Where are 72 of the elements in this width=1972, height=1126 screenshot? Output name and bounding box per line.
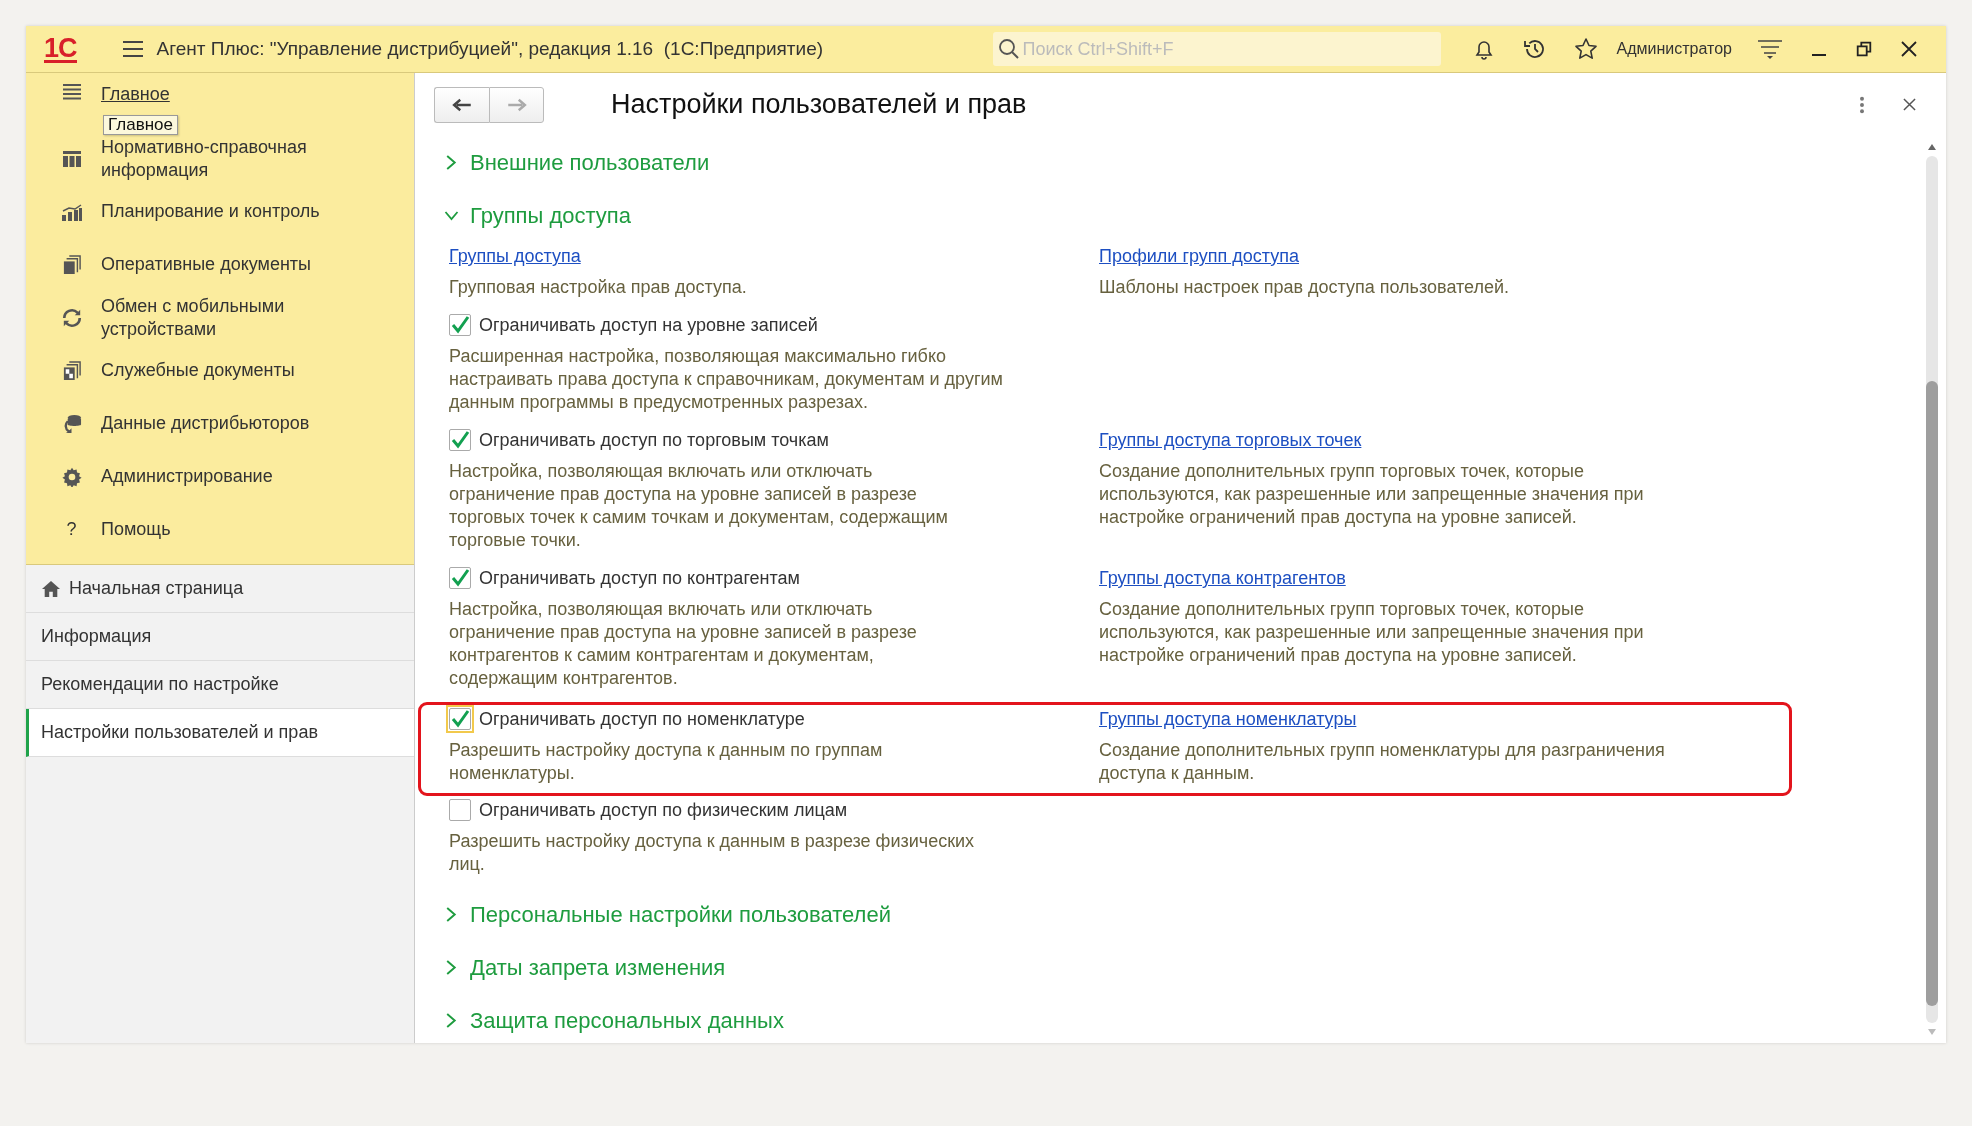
checkbox[interactable] (449, 567, 471, 589)
section-item[interactable]: Служебные документы (101, 359, 295, 382)
description: Шаблоны настроек прав доступа пользователей. (1099, 276, 1511, 299)
group-header[interactable]: Группы доступа (444, 189, 1946, 242)
link[interactable]: Группы доступа номенклатуры (1099, 705, 1357, 733)
home-icon (41, 579, 61, 598)
restore-icon[interactable] (1855, 40, 1873, 58)
link[interactable]: Группы доступа контрагентов (1099, 564, 1346, 592)
window-title: Агент Плюс: "Управление дистрибуцией", редакция 1.16 (1С:Предприятие) (156, 38, 825, 60)
description: Расширенная настройка, позволяющая максимально гибко настраивать права доступа к справочникам, документам и другим данным программы в предусмотренных разрезах. (449, 345, 1004, 414)
checkbox-label[interactable]: Ограничивать доступ по физическим лицам (479, 799, 848, 821)
user-name[interactable]: Администратор (1616, 40, 1732, 58)
description: Разрешить настройку доступа к данным по группам номенклатуры. (449, 739, 884, 785)
arrow-right-icon (506, 97, 527, 112)
bar-chart-icon (60, 202, 83, 221)
link[interactable]: Группы доступа торговых точек (1099, 426, 1362, 454)
group-header[interactable]: Защита персональных данных (444, 994, 1946, 1043)
list-icon (61, 83, 82, 101)
close-icon[interactable] (1899, 39, 1919, 59)
filter-menu-icon[interactable] (1757, 38, 1783, 60)
checkbox-label[interactable]: Ограничивать доступ на уровне записей (479, 314, 818, 336)
logo: 1С (44, 35, 77, 63)
checkbox-label[interactable]: Ограничивать доступ по номенклатуре (479, 708, 805, 730)
chevron-right-icon (444, 907, 459, 922)
checkbox[interactable] (449, 314, 471, 336)
section-item[interactable]: Планирование и контроль (101, 200, 320, 223)
gear-icon (61, 466, 82, 487)
form-title: Настройки пользователей и прав (611, 89, 1028, 120)
search-field[interactable]: Поиск Ctrl+Shift+F (992, 32, 1441, 66)
tooltip: Главное (103, 115, 178, 135)
star-icon[interactable] (1573, 37, 1598, 61)
open-page-tab[interactable]: Настройки пользователей и прав (26, 709, 414, 757)
section-item[interactable]: Данные дистрибьюторов (101, 412, 310, 435)
close-icon[interactable] (1903, 98, 1916, 111)
checkbox-label[interactable]: Ограничивать доступ по контрагентам (479, 567, 800, 589)
more-icon[interactable] (1859, 95, 1865, 114)
documents-icon (62, 360, 81, 381)
description: Настройка, позволяющая включать или отключать ограничение прав доступа на уровне записей в разрезе торговых точек к самим точкам и документам, содержащим торговые точки. (449, 460, 949, 552)
checkbox[interactable] (449, 799, 471, 821)
checkbox[interactable] (449, 429, 471, 451)
chevron-right-icon (444, 1013, 459, 1028)
checkbox[interactable] (449, 708, 471, 730)
group-header[interactable]: Внешние пользователи (444, 136, 1946, 189)
section-item[interactable]: Обмен с мобильными устройствами (101, 294, 285, 341)
section-item[interactable]: Оперативные документы (101, 253, 312, 276)
section-item[interactable]: Помощь (101, 518, 171, 541)
search-icon (997, 38, 1020, 60)
description: Создание дополнительных групп номенклатуры для разграничения доступа к данным. (1099, 739, 1666, 785)
link[interactable]: Профили групп доступа (1099, 242, 1299, 270)
scroll-up-icon[interactable] (1928, 144, 1936, 150)
description: Настройка, позволяющая включать или отключать ограничение прав доступа на уровне записей в разрезе контрагентов к самим контрагентам и документам, содержащим контрагентов. (449, 598, 918, 690)
menu-icon[interactable] (121, 40, 144, 58)
checkbox-label[interactable]: Ограничивать доступ по торговым точкам (479, 429, 829, 451)
link[interactable]: Группы доступа (449, 242, 581, 270)
documents-icon (62, 254, 81, 275)
description: Разрешить настройку доступа к данным в разрезе физических лиц. (449, 830, 976, 876)
chevron-down-icon (444, 210, 459, 221)
section-item[interactable]: Администрирование (101, 465, 273, 488)
description: Создание дополнительных групп торговых точек, которые используются, как разрешенные или запрещенные значения при настройке ограничений прав доступа на уровне записей. (1099, 598, 1645, 667)
back-button[interactable] (434, 86, 489, 123)
group-header[interactable]: Персональные настройки пользователей (444, 888, 1946, 941)
description: Групповая настройка прав доступа. (449, 276, 748, 299)
section-item[interactable]: Главное (101, 83, 170, 106)
description: Создание дополнительных групп торговых точек, которые используются, как разрешенные или запрещенные значения при настройке ограничений прав доступа на уровне записей. (1099, 460, 1645, 529)
arrow-left-icon (452, 97, 472, 112)
chevron-right-icon (444, 155, 459, 170)
section-item[interactable]: Нормативно-справочная информация (101, 135, 307, 182)
refresh-icon (61, 307, 82, 328)
help-icon: ? (66, 519, 77, 540)
table-icon (61, 149, 82, 168)
chevron-right-icon (444, 960, 459, 975)
group-header[interactable]: Даты запрета изменения (444, 941, 1946, 994)
